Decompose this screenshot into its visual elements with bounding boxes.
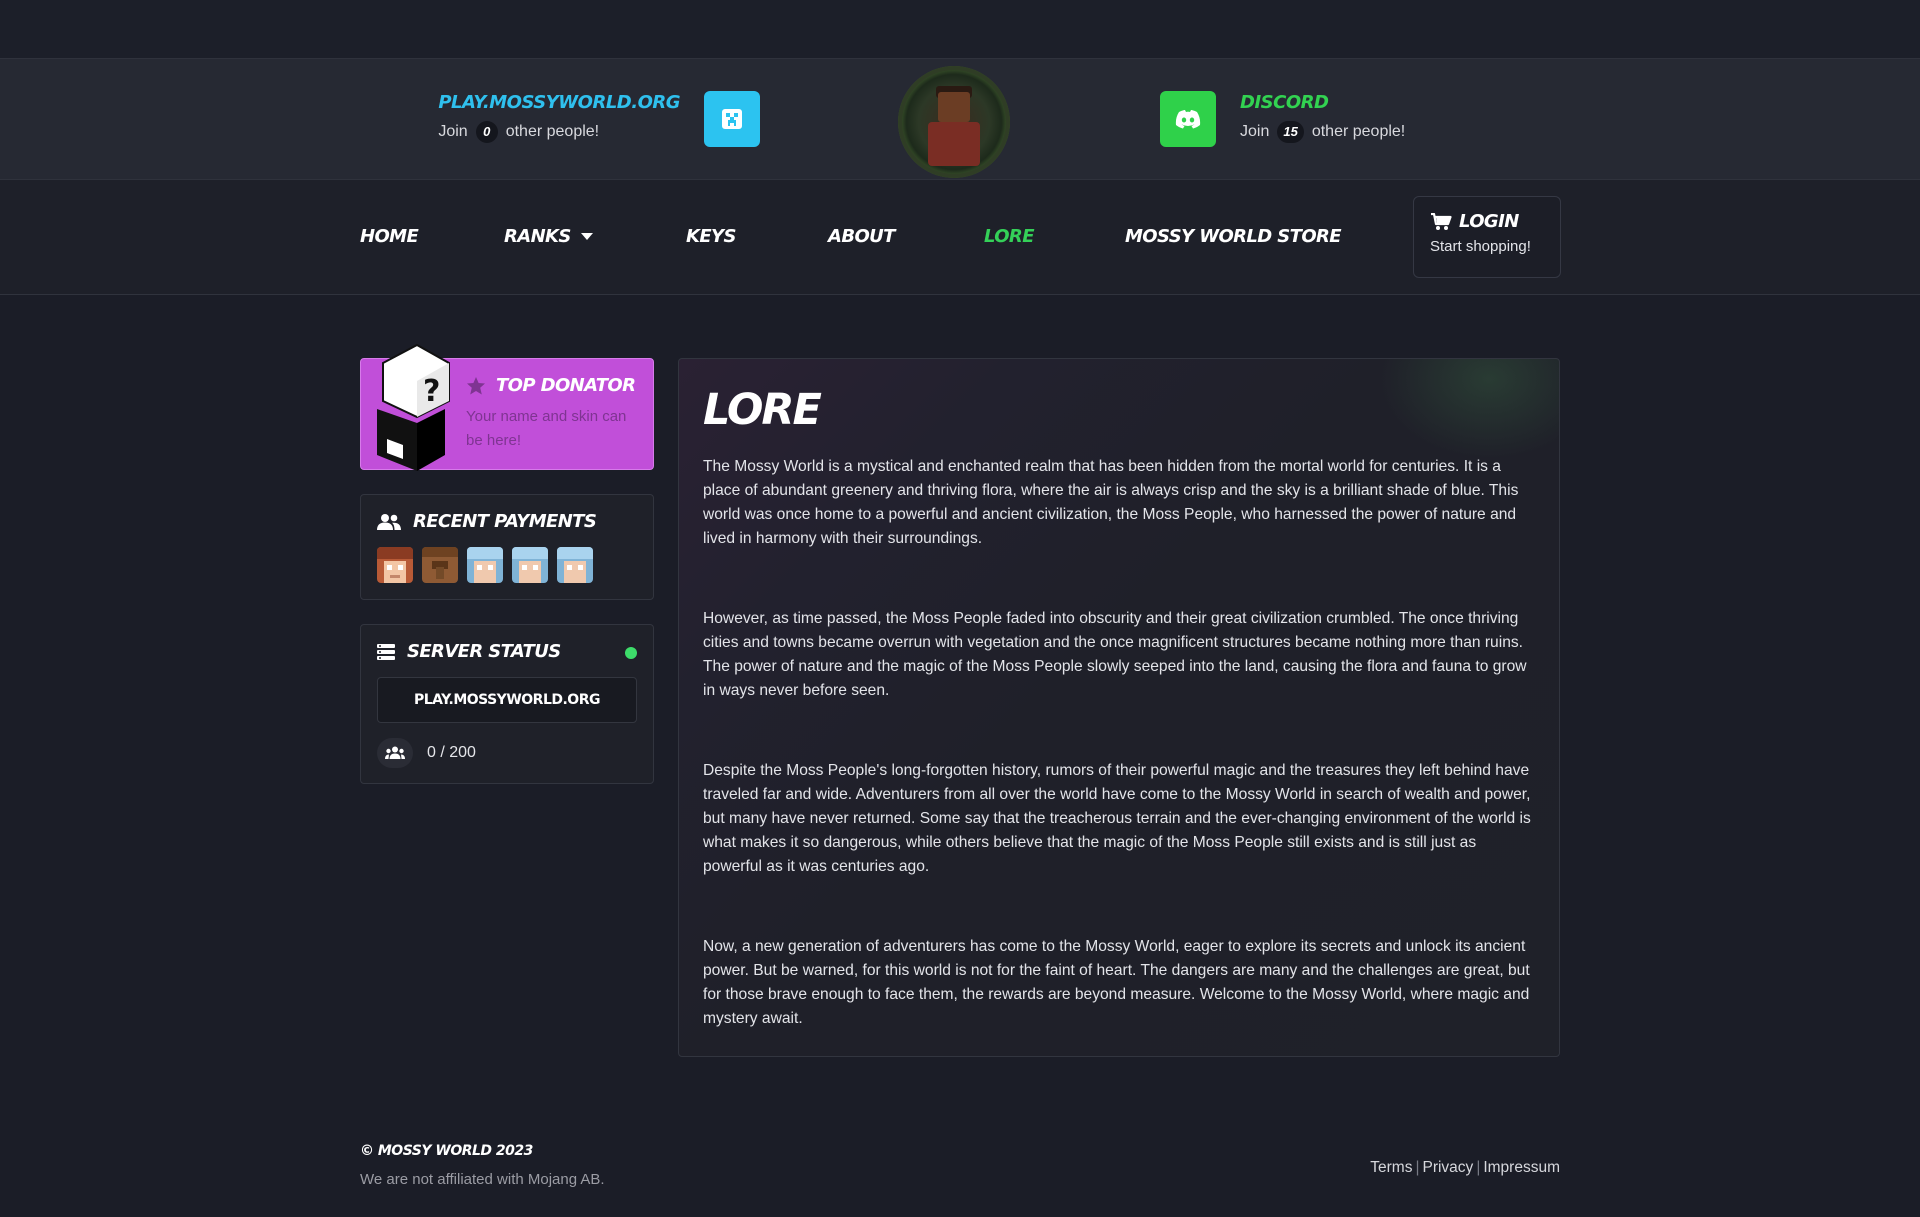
nav-lore[interactable]: LORE <box>984 226 1034 247</box>
main-nav <box>0 180 1920 295</box>
discord-join-line: Join 15 other people! <box>1240 121 1405 143</box>
footer-copyright: © MOSSY WORLD 2023 <box>360 1143 533 1159</box>
svg-text:?: ? <box>423 374 440 409</box>
server-ip-label[interactable]: PLAY.MOSSYWORLD.ORG <box>438 92 680 113</box>
login-title: LOGIN <box>1430 211 1560 232</box>
top-strip <box>0 0 1920 58</box>
avatar[interactable] <box>467 547 503 583</box>
nav-about[interactable]: ABOUT <box>828 226 895 247</box>
star-icon <box>467 376 485 394</box>
online-status-dot <box>625 647 637 659</box>
server-icon <box>377 643 395 660</box>
join-prefix: Join <box>438 123 468 140</box>
decorative-glow <box>1379 359 1559 459</box>
discord-block[interactable]: DISCORD Join 15 other people! <box>1240 92 1405 143</box>
nav-ranks-label: RANKS <box>504 226 571 247</box>
impressum-link[interactable]: Impressum <box>1483 1159 1560 1176</box>
logo-body <box>928 122 980 166</box>
recent-payments-avatars <box>377 547 593 583</box>
terms-link[interactable]: Terms <box>1370 1159 1412 1176</box>
discord-icon <box>1175 110 1201 129</box>
join-suffix: other people! <box>1311 123 1406 140</box>
top-donator-subtitle: Your name and skin can be here! <box>466 408 627 449</box>
server-ip-block[interactable]: PLAY.MOSSYWORLD.ORG Join 0 other people! <box>438 92 680 143</box>
minecraft-creeper-icon <box>722 109 742 129</box>
top-donator-title: TOP DONATOR <box>496 375 636 396</box>
logo-face <box>938 92 970 122</box>
copy-ip-button[interactable] <box>704 91 760 147</box>
footer-links: Terms | Privacy | Impressum <box>1370 1159 1560 1177</box>
avatar[interactable] <box>512 547 548 583</box>
link-separator: | <box>1476 1159 1481 1176</box>
login-subtitle: Start shopping! <box>1430 238 1531 255</box>
discord-button[interactable] <box>1160 91 1216 147</box>
cart-icon <box>1431 212 1452 230</box>
link-separator: | <box>1415 1159 1420 1176</box>
join-prefix: Join <box>1240 123 1270 140</box>
server-players-badge: 0 <box>475 121 498 143</box>
server-join-line: Join 0 other people! <box>438 121 680 143</box>
avatar[interactable] <box>422 547 458 583</box>
users-icon <box>377 513 401 530</box>
nav-store[interactable]: MOSSY WORLD STORE <box>1125 226 1342 247</box>
nav-ranks[interactable]: RANKS <box>504 226 593 247</box>
discord-label[interactable]: DISCORD <box>1240 92 1405 113</box>
server-status-card: SERVER STATUS PLAY.MOSSYWORLD.ORG 0 / 20… <box>360 624 654 784</box>
chevron-down-icon <box>580 233 593 240</box>
top-donator-title-row: TOP DONATOR <box>466 375 636 396</box>
server-status-title: SERVER STATUS <box>407 641 561 662</box>
avatar[interactable] <box>557 547 593 583</box>
server-ip-copy[interactable]: PLAY.MOSSYWORLD.ORG <box>377 677 637 723</box>
nav-home[interactable]: HOME <box>360 226 419 247</box>
server-status-title-row: SERVER STATUS <box>377 641 561 662</box>
nav-keys[interactable]: KEYS <box>686 226 736 247</box>
avatar[interactable] <box>377 547 413 583</box>
player-count-row: 0 / 200 <box>377 738 476 768</box>
top-donator-card: ? TOP DONATOR Your name and skin can be … <box>360 343 654 471</box>
player-count: 0 / 200 <box>427 744 476 761</box>
site-logo[interactable] <box>898 66 1010 178</box>
recent-payments-title: RECENT PAYMENTS <box>413 511 597 532</box>
footer-disclaimer: We are not affiliated with Mojang AB. <box>360 1171 605 1188</box>
mystery-skin-icon: ? <box>377 343 450 471</box>
login-label: LOGIN <box>1459 211 1519 232</box>
recent-payments-card: RECENT PAYMENTS <box>360 494 654 600</box>
lore-paragraph: The Mossy World is a mystical and enchan… <box>703 458 1519 547</box>
lore-paragraph: However, as time passed, the Moss People… <box>703 610 1527 699</box>
lore-paragraph: Now, a new generation of adventurers has… <box>703 938 1530 1027</box>
login-button[interactable]: LOGIN Start shopping! <box>1413 196 1561 278</box>
recent-payments-title-row: RECENT PAYMENTS <box>377 511 597 532</box>
discord-members-badge: 15 <box>1277 121 1304 143</box>
lore-paragraph: Despite the Moss People's long-forgotten… <box>703 762 1531 875</box>
lore-panel: LORE The Mossy World is a mystical and e… <box>678 358 1560 1057</box>
page-title: LORE <box>703 385 822 435</box>
join-suffix: other people! <box>505 123 600 140</box>
privacy-link[interactable]: Privacy <box>1422 1159 1473 1176</box>
players-icon <box>377 738 413 768</box>
